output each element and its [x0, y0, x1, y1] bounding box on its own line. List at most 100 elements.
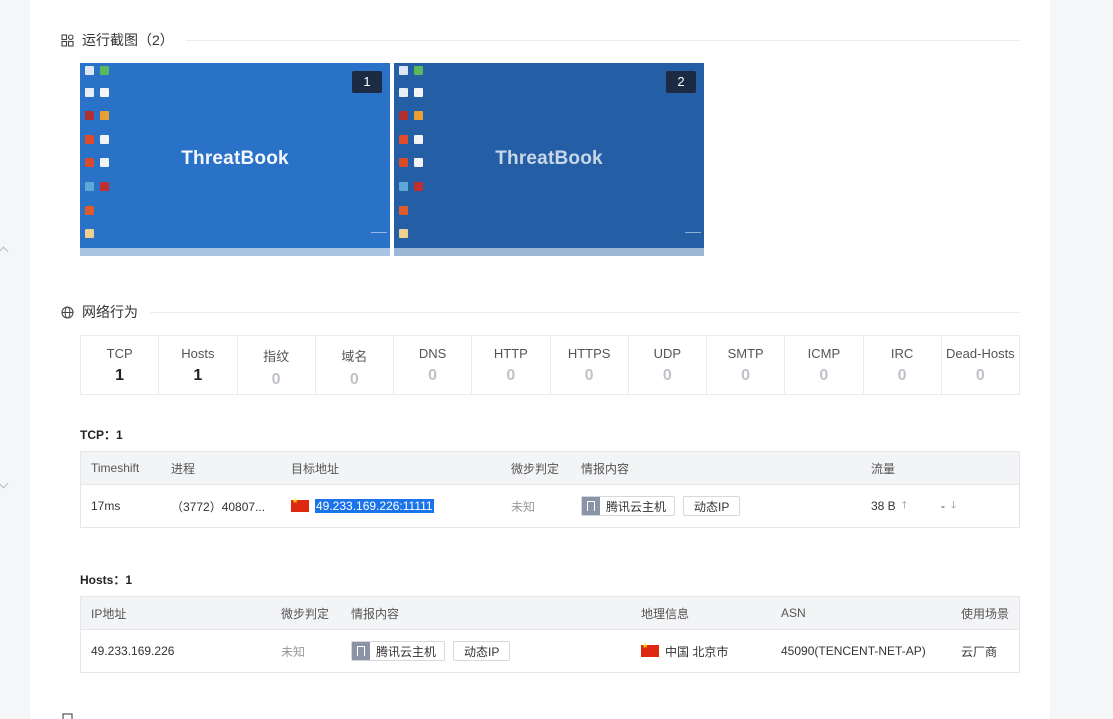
- cell-ip[interactable]: 49.233.169.226: [91, 630, 174, 672]
- stat-value: 0: [506, 367, 516, 384]
- stat-hosts[interactable]: Hosts 1: [159, 336, 238, 394]
- china-flag-icon: [291, 497, 309, 512]
- cell-traffic-down: - 🡓: [941, 485, 956, 527]
- screenshot-badge: 2: [666, 71, 696, 93]
- cell-timeshift: 17ms: [91, 499, 121, 513]
- globe-icon: [60, 305, 74, 319]
- col-target: 目标地址: [291, 461, 340, 476]
- screenshot-badge: 1: [352, 71, 382, 93]
- stat-value: 0: [271, 371, 281, 388]
- stat-label: DNS: [418, 346, 447, 361]
- tcp-table: Timeshift 进程 目标地址 微步判定 情报内容 流量 17ms （377…: [80, 451, 1020, 528]
- table-row: 49.233.169.226 未知 腾讯云主机 动态IP 中国 北京市 4509…: [81, 630, 1019, 672]
- target-address-link[interactable]: 49.233.169.226:11111: [315, 499, 434, 513]
- traffic-down-value: -: [941, 499, 945, 513]
- divider: [185, 39, 1020, 41]
- desktop-clock: [371, 232, 387, 245]
- stat-value: 1: [193, 367, 203, 384]
- stat-dead-hosts[interactable]: Dead-Hosts 0: [942, 336, 1019, 394]
- stat-label: HTTPS: [567, 346, 611, 361]
- stat-domain[interactable]: 域名 0: [316, 336, 394, 394]
- stat-value: 0: [897, 367, 907, 384]
- stat-irc[interactable]: IRC 0: [864, 336, 942, 394]
- hosts-table: IP地址 微步判定 情报内容 地理信息 ASN 使用场景 49.233.169.…: [80, 596, 1020, 673]
- threatbook-logo: ThreatBook: [181, 148, 289, 169]
- screenshot-thumbnail-1[interactable]: 1 ThreatBook: [80, 63, 390, 256]
- stat-label: IRC: [890, 346, 914, 361]
- col-asn: ASN: [781, 606, 806, 620]
- stat-https[interactable]: HTTPS 0: [551, 336, 629, 394]
- stat-label: HTTP: [493, 346, 528, 361]
- col-intel: 情报内容: [351, 606, 400, 621]
- col-verdict: 微步判定: [511, 461, 560, 476]
- bookmark-icon: [582, 497, 600, 515]
- arrow-up-icon: 🡑: [901, 499, 907, 511]
- col-process: 进程: [171, 461, 196, 476]
- cell-intel: 腾讯云主机 动态IP: [351, 630, 518, 672]
- stat-value: 1: [115, 367, 125, 384]
- stat-value: 0: [819, 367, 829, 384]
- stat-icmp[interactable]: ICMP 0: [785, 336, 864, 394]
- cell-traffic-up: 38 B 🡑: [871, 485, 907, 527]
- cell-process[interactable]: （3772）40807...: [171, 485, 265, 527]
- desktop-taskbar: [394, 248, 704, 256]
- stat-value: 0: [662, 367, 672, 384]
- network-title: 网络行为: [82, 304, 138, 320]
- stat-http[interactable]: HTTP 0: [472, 336, 551, 394]
- col-traffic: 流量: [871, 461, 896, 476]
- screenshots-icon: [60, 33, 74, 47]
- cell-asn: 45090(TENCENT-NET-AP): [781, 644, 926, 658]
- col-usage: 使用场景: [961, 606, 1010, 621]
- stat-label: 指纹: [263, 349, 290, 364]
- stat-smtp[interactable]: SMTP 0: [707, 336, 786, 394]
- stat-tcp[interactable]: TCP 1: [81, 336, 160, 394]
- traffic-up-value: 38 B: [871, 499, 896, 513]
- stat-value: 0: [428, 367, 438, 384]
- table-header: IP地址 微步判定 情报内容 地理信息 ASN 使用场景: [81, 597, 1019, 630]
- intel-tag-dynamic-ip[interactable]: 动态IP: [683, 496, 741, 516]
- table-header: Timeshift 进程 目标地址 微步判定 情报内容 流量: [81, 452, 1019, 485]
- report-panel: 运行截图（2） 1 ThreatBook 2 ThreatBook 网络行为 T…: [30, 0, 1050, 719]
- stat-label: ICMP: [807, 346, 841, 361]
- expand-arrow-icon[interactable]: [0, 478, 9, 489]
- cell-geo: 中国 北京市: [641, 630, 728, 672]
- stat-value: 0: [975, 367, 985, 384]
- tag-label: 腾讯云主机: [376, 644, 437, 659]
- stat-fingerprint[interactable]: 指纹 0: [238, 336, 316, 394]
- threatbook-logo: ThreatBook: [495, 148, 603, 169]
- col-timeshift: Timeshift: [91, 461, 140, 475]
- divider: [150, 311, 1020, 313]
- arrow-down-icon: 🡓: [951, 499, 957, 511]
- stat-label: Hosts: [181, 346, 215, 361]
- intel-tag-dynamic-ip[interactable]: 动态IP: [453, 641, 511, 661]
- stat-value: 0: [349, 371, 359, 388]
- china-flag-icon: [641, 642, 659, 657]
- col-ip: IP地址: [91, 606, 127, 621]
- col-geo: 地理信息: [641, 606, 690, 621]
- cell-intel: 腾讯云主机 动态IP: [581, 485, 748, 527]
- stat-udp[interactable]: UDP 0: [629, 336, 707, 394]
- collapse-arrow-icon[interactable]: [0, 246, 9, 257]
- screenshots-section-header: 运行截图（2）: [60, 30, 1020, 50]
- geo-country: 中国: [665, 644, 690, 659]
- cell-target: 49.233.169.226:11111: [291, 485, 434, 527]
- network-stats-bar: TCP 1 Hosts 1 指纹 0 域名 0 DNS 0 HTTP 0 HTTPS 0 UD…: [80, 335, 1020, 395]
- cell-usage: 云厂商: [961, 644, 998, 659]
- screenshot-thumbnail-2[interactable]: 2 ThreatBook: [394, 63, 704, 256]
- desktop-clock: [685, 232, 701, 245]
- cell-verdict: 未知: [511, 499, 536, 514]
- stat-label: SMTP: [727, 346, 764, 361]
- col-verdict: 微步判定: [281, 606, 330, 621]
- stat-label: UDP: [653, 346, 682, 361]
- next-section-header: [60, 712, 1020, 719]
- intel-tag-cloud-host[interactable]: 腾讯云主机: [351, 641, 446, 661]
- tcp-subtitle: TCP：1: [80, 428, 123, 442]
- stat-value: 0: [741, 367, 751, 384]
- tag-label: 腾讯云主机: [606, 499, 667, 514]
- stat-label: Dead-Hosts: [946, 346, 1015, 361]
- desktop-taskbar: [80, 248, 390, 256]
- stat-dns[interactable]: DNS 0: [394, 336, 473, 394]
- bookmark-icon: [352, 642, 370, 660]
- stat-label: TCP: [106, 346, 133, 361]
- intel-tag-cloud-host[interactable]: 腾讯云主机: [581, 496, 676, 516]
